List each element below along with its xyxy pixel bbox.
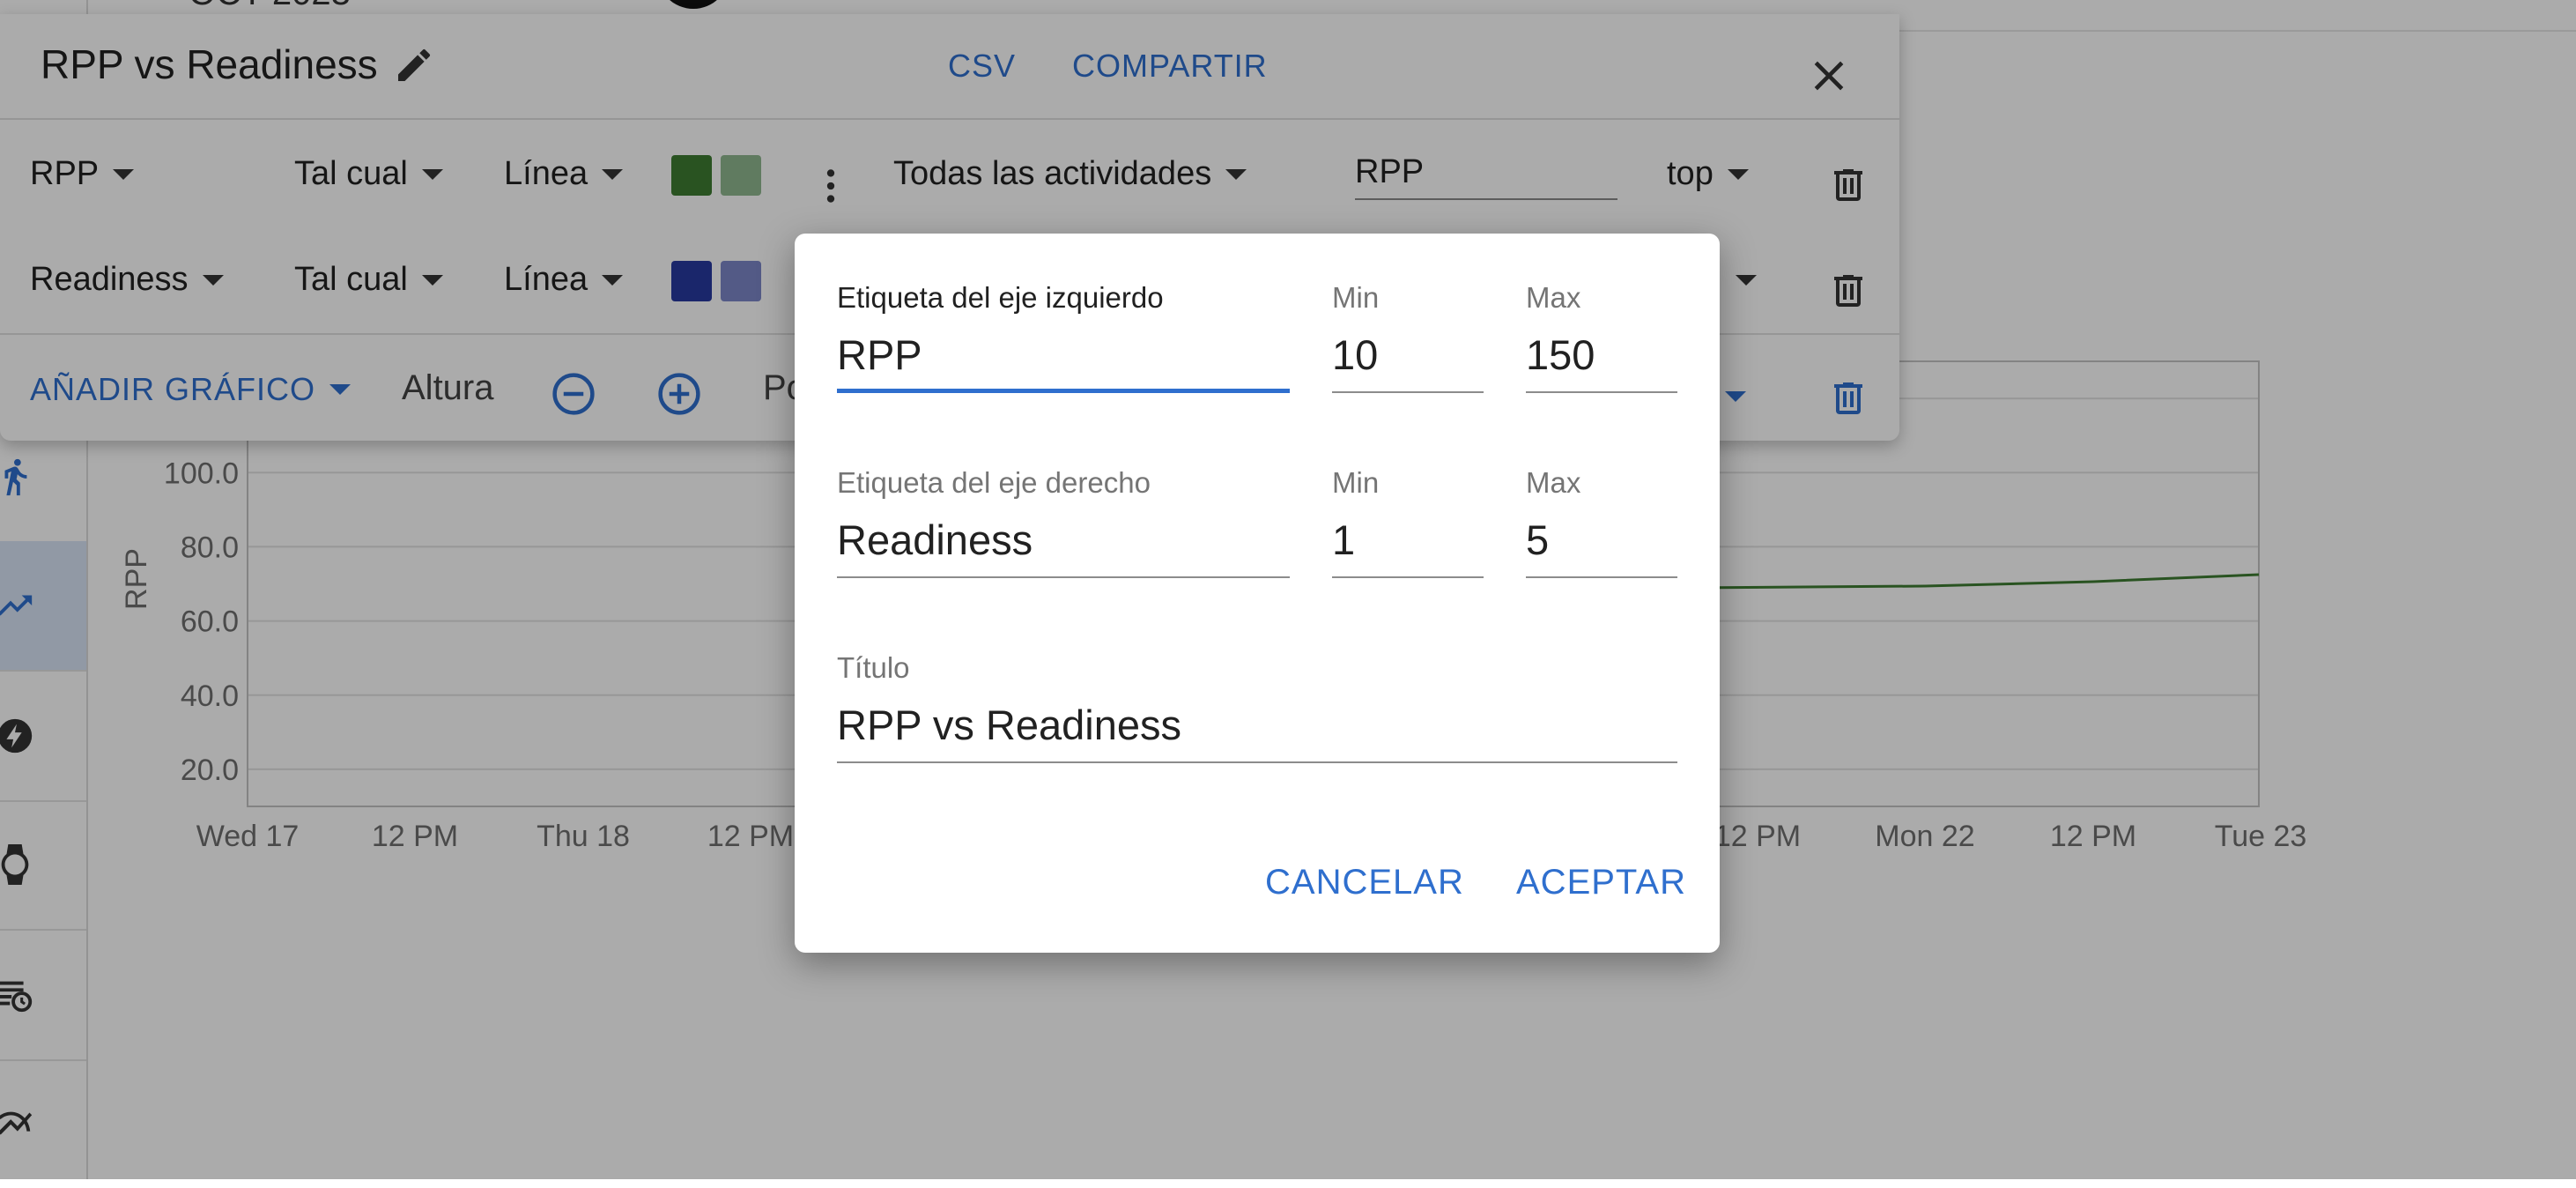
left-max-input[interactable]: 150 <box>1526 330 1677 393</box>
right-axis-label-input[interactable]: Readiness <box>837 516 1290 578</box>
left-axis-label-field[interactable]: Etiqueta del eje izquierdo RPP <box>837 281 1290 393</box>
left-axis-label-caption: Etiqueta del eje izquierdo <box>837 281 1164 314</box>
title-input[interactable]: RPP vs Readiness <box>837 701 1677 763</box>
right-max-input[interactable]: 5 <box>1526 516 1677 578</box>
right-axis-label-caption: Etiqueta del eje derecho <box>837 466 1151 499</box>
right-max-caption: Max <box>1526 466 1581 499</box>
right-min-input[interactable]: 1 <box>1332 516 1484 578</box>
right-min-caption: Min <box>1332 466 1380 499</box>
right-axis-label-field[interactable]: Etiqueta del eje derecho Readiness <box>837 466 1290 578</box>
right-axis-max-field[interactable]: Max 5 <box>1526 466 1677 578</box>
axis-settings-dialog: Etiqueta del eje izquierdo RPP Min 10 Ma… <box>795 234 1720 953</box>
left-min-caption: Min <box>1332 281 1380 314</box>
left-min-input[interactable]: 10 <box>1332 330 1484 393</box>
right-axis-min-field[interactable]: Min 1 <box>1332 466 1484 578</box>
title-caption: Título <box>837 651 910 684</box>
cancel-button[interactable]: CANCELAR <box>1265 863 1464 902</box>
left-axis-label-input[interactable]: RPP <box>837 330 1290 393</box>
accept-button[interactable]: ACEPTAR <box>1516 863 1686 902</box>
left-axis-min-field[interactable]: Min 10 <box>1332 281 1484 393</box>
left-axis-max-field[interactable]: Max 150 <box>1526 281 1677 393</box>
chart-title-field[interactable]: Título RPP vs Readiness <box>837 651 1677 763</box>
left-max-caption: Max <box>1526 281 1581 314</box>
